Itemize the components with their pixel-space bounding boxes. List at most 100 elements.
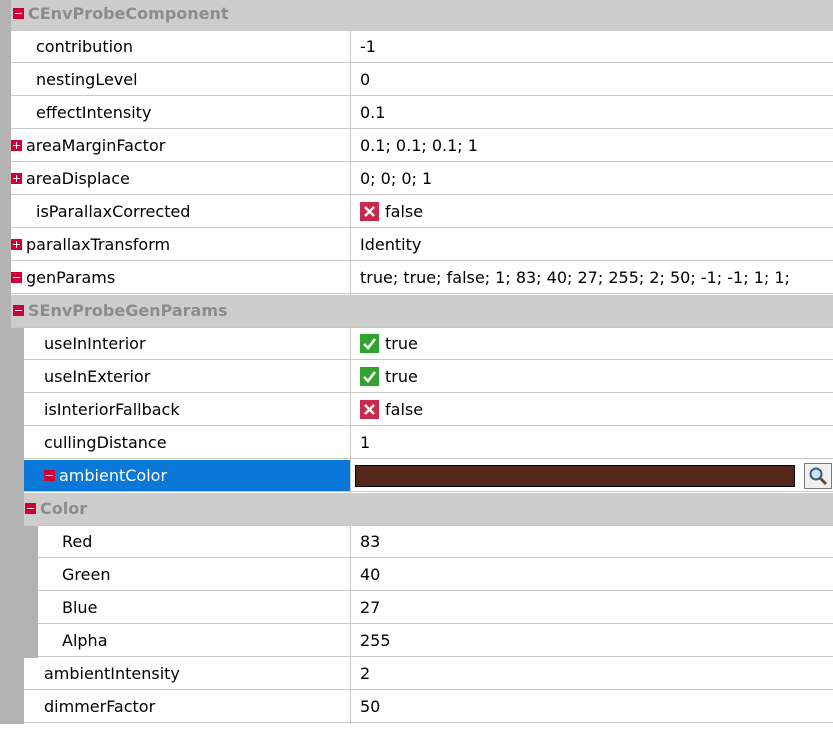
plus-box-icon[interactable]: [11, 173, 22, 184]
property-name: ambientColor: [59, 466, 168, 485]
check-icon[interactable]: [360, 367, 379, 386]
minus-box-icon[interactable]: [25, 503, 36, 514]
property-name-cell[interactable]: areaMarginFactor: [11, 130, 350, 162]
property-value-cell[interactable]: -1: [351, 31, 833, 63]
property-value-cell[interactable]: 0: [351, 64, 833, 96]
category-header: CEnvProbeComponent: [0, 0, 833, 31]
row-gutter: [0, 97, 11, 130]
property-value: 1: [360, 433, 371, 452]
property-name-cell[interactable]: genParams: [11, 262, 350, 294]
property-name-cell[interactable]: nestingLevel: [11, 64, 350, 96]
property-name-cell[interactable]: Red: [38, 526, 350, 558]
category-label: SEnvProbeGenParams: [28, 301, 228, 320]
property-row[interactable]: ambientColor: [0, 460, 833, 493]
property-value-cell[interactable]: 0; 0; 0; 1: [351, 163, 833, 195]
property-value-cell[interactable]: 83: [351, 526, 833, 558]
property-value-cell[interactable]: [351, 460, 833, 492]
property-name-cell[interactable]: useInExterior: [24, 361, 350, 393]
property-row[interactable]: effectIntensity 0.1: [0, 97, 833, 130]
property-name: effectIntensity: [36, 103, 152, 122]
property-row[interactable]: isInteriorFallback false: [0, 394, 833, 427]
property-value-cell[interactable]: Identity: [351, 229, 833, 261]
property-row[interactable]: dimmerFactor 50: [0, 691, 833, 724]
row-gutter: [0, 493, 24, 526]
property-row[interactable]: useInExterior true: [0, 361, 833, 394]
minus-box-icon[interactable]: [11, 272, 22, 283]
property-name-cell[interactable]: isParallaxCorrected: [11, 196, 350, 228]
row-gutter: [0, 625, 38, 658]
property-name-cell[interactable]: parallaxTransform: [11, 229, 350, 261]
property-value-cell[interactable]: 50: [351, 691, 833, 723]
property-row[interactable]: genParams true; true; false; 1; 83; 40; 2…: [0, 262, 833, 295]
property-value: 27: [360, 598, 381, 617]
property-row[interactable]: areaMarginFactor 0.1; 0.1; 0.1; 1: [0, 130, 833, 163]
magnifier-icon: [805, 467, 831, 491]
property-name-cell[interactable]: effectIntensity: [11, 97, 350, 129]
property-value: true: [385, 367, 418, 386]
property-value-cell[interactable]: 0.1: [351, 97, 833, 129]
property-name: isInteriorFallback: [44, 400, 180, 419]
property-value-cell[interactable]: 27: [351, 592, 833, 624]
property-name-cell[interactable]: contribution: [11, 31, 350, 63]
property-value: 255: [360, 631, 391, 650]
property-row[interactable]: parallaxTransform Identity: [0, 229, 833, 262]
row-gutter: [0, 0, 11, 31]
property-value-cell[interactable]: 2: [351, 658, 833, 690]
property-row[interactable]: cullingDistance 1: [0, 427, 833, 460]
property-name-cell[interactable]: Green: [38, 559, 350, 591]
property-value: true; true; false; 1; 83; 40; 27; 255; 2…: [360, 268, 790, 287]
minus-box-icon[interactable]: [44, 470, 55, 481]
property-value-cell[interactable]: 1: [351, 427, 833, 459]
property-value-cell[interactable]: 0.1; 0.1; 0.1; 1: [351, 130, 833, 162]
property-value-cell[interactable]: true: [351, 361, 833, 393]
color-swatch[interactable]: [355, 465, 795, 487]
property-row[interactable]: nestingLevel 0: [0, 64, 833, 97]
minus-box-icon[interactable]: [13, 8, 24, 19]
property-name-cell[interactable]: areaDisplace: [11, 163, 350, 195]
property-name: Alpha: [62, 631, 108, 650]
property-row[interactable]: useInInterior true: [0, 328, 833, 361]
property-value-cell[interactable]: 255: [351, 625, 833, 657]
property-name-cell[interactable]: useInInterior: [24, 328, 350, 360]
property-value-cell[interactable]: true; true; false; 1; 83; 40; 27; 255; 2…: [351, 262, 833, 294]
property-row[interactable]: contribution -1: [0, 31, 833, 64]
property-value-cell[interactable]: false: [351, 394, 833, 426]
cross-icon[interactable]: [360, 400, 379, 419]
property-row[interactable]: ambientIntensity 2: [0, 658, 833, 691]
property-row[interactable]: Green 40: [0, 559, 833, 592]
property-name-cell[interactable]: Alpha: [38, 625, 350, 657]
property-row[interactable]: Blue 27: [0, 592, 833, 625]
category-header: Color: [0, 493, 833, 526]
property-value-cell[interactable]: 40: [351, 559, 833, 591]
property-value-cell[interactable]: true: [351, 328, 833, 360]
property-name: Red: [62, 532, 93, 551]
property-name-cell[interactable]: ambientIntensity: [24, 658, 350, 690]
property-row[interactable]: areaDisplace 0; 0; 0; 1: [0, 163, 833, 196]
property-value: 2: [360, 664, 371, 683]
property-name-cell[interactable]: dimmerFactor: [24, 691, 350, 723]
minus-box-icon[interactable]: [13, 305, 24, 316]
category-header-bar[interactable]: CEnvProbeComponent: [11, 0, 833, 31]
property-row[interactable]: isParallaxCorrected false: [0, 196, 833, 229]
property-name-cell[interactable]: Blue: [38, 592, 350, 624]
cross-icon[interactable]: [360, 202, 379, 221]
property-name-cell[interactable]: cullingDistance: [24, 427, 350, 459]
category-header-bar[interactable]: Color: [24, 493, 833, 526]
property-row[interactable]: Red 83: [0, 526, 833, 559]
row-gutter: [0, 163, 11, 196]
plus-box-icon[interactable]: [11, 239, 22, 250]
property-name-cell[interactable]: ambientColor: [24, 460, 350, 492]
check-icon[interactable]: [360, 334, 379, 353]
property-value: false: [385, 202, 424, 221]
property-name: isParallaxCorrected: [36, 202, 191, 221]
property-row[interactable]: Alpha 255: [0, 625, 833, 658]
property-value-cell[interactable]: false: [351, 196, 833, 228]
property-name-cell[interactable]: isInteriorFallback: [24, 394, 350, 426]
property-value: 50: [360, 697, 381, 716]
property-value: true: [385, 334, 418, 353]
row-gutter: [0, 559, 38, 592]
color-picker-button[interactable]: [804, 463, 832, 489]
category-header-bar[interactable]: SEnvProbeGenParams: [11, 295, 833, 328]
plus-box-icon[interactable]: [11, 140, 22, 151]
row-gutter: [0, 196, 11, 229]
